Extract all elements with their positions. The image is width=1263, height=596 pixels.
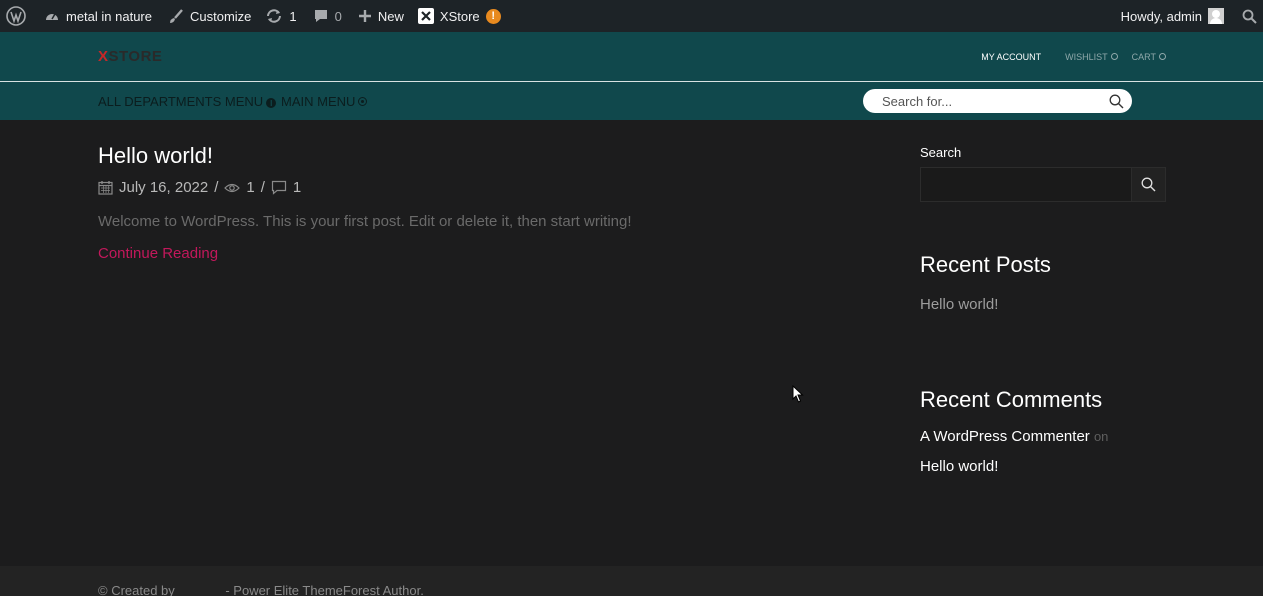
wishlist-label: WISHLIST [1065,51,1108,62]
meta-separator: / [214,179,219,196]
recent-posts-heading: Recent Posts [920,252,1051,277]
my-account-menu[interactable]: Howdy, admin [1113,0,1232,32]
post-comments-count[interactable]: 1 [293,179,301,196]
wordpress-icon [6,6,26,26]
continue-reading-link[interactable]: Continue Reading [98,245,218,262]
comment-bubble-icon [314,10,327,22]
all-departments-menu[interactable]: ALL DEPARTMENTS MENU i [98,82,277,120]
sidebar-search-button[interactable] [1131,168,1165,201]
recent-comments-heading: Recent Comments [920,387,1103,412]
post-views-count: 1 [246,179,255,196]
post-excerpt: Welcome to WordPress. This is your first… [98,213,632,230]
customize-label: Customize [190,8,252,24]
new-label: New [377,8,404,24]
cart-label: CART [1131,51,1156,62]
info-badge-icon: i [266,98,277,108]
commenter-link[interactable]: A WordPress Commenter [920,428,1090,445]
main-menu-label: MAIN MENU [281,93,356,109]
comment-icon [271,180,287,195]
post-meta: July 16, 2022 / 1 / 1 [98,179,301,196]
admin-bar: metal in nature Customize 1 0 New XStore… [0,0,1263,32]
xstore-label: XStore [439,8,480,24]
cart-count-icon [1159,53,1166,60]
menu-circle-icon [358,96,368,106]
all-departments-label: ALL DEPARTMENTS MENU [98,93,264,109]
search-icon [1141,177,1156,192]
header-search-bar [863,89,1132,113]
customize-link[interactable]: Customize [160,0,259,32]
recent-post-link[interactable]: Hello world! [920,296,998,313]
comment-post-link[interactable]: Hello world! [920,458,998,475]
post-title-link[interactable]: Hello world! [98,143,213,169]
search-icon [1242,9,1257,24]
recent-comment-item: A WordPress Commenter on [920,428,1108,445]
site-footer: © Created by - Power Elite ThemeForest A… [0,566,1263,596]
site-name-label: metal in nature [66,8,152,24]
wordpress-logo-menu[interactable] [0,0,34,32]
updates-icon [267,9,282,23]
warning-icon: ! [485,8,501,24]
wishlist-count-icon [1110,53,1118,60]
sidebar-search-input[interactable] [921,168,1131,201]
xstore-menu[interactable]: XStore ! [412,0,509,32]
eye-icon [224,183,241,192]
cart-link[interactable]: CART [1132,52,1166,62]
wishlist-link[interactable]: WISHLIST [1065,52,1118,62]
plus-icon [358,10,371,22]
dashboard-gauge-icon [46,13,58,20]
site-header-nav: ALL DEPARTMENTS MENU i MAIN MENU [0,82,1263,120]
calendar-icon [98,181,113,195]
sidebar-search-form [920,167,1166,202]
main-menu[interactable]: MAIN MENU [281,82,368,120]
paintbrush-icon [170,9,183,23]
my-account-link[interactable]: MY ACCOUNT [981,52,1041,62]
avatar [1208,8,1224,24]
search-icon[interactable] [1109,94,1124,109]
site-header-top: XSTORE MY ACCOUNT WISHLIST CART [0,32,1263,81]
site-name-menu[interactable]: metal in nature [34,0,160,32]
header-search-input[interactable] [882,93,1109,109]
site-logo[interactable]: XSTORE [98,48,162,65]
on-label: on [1093,429,1109,444]
post-date[interactable]: July 16, 2022 [119,179,208,196]
updates-count: 1 [289,8,297,24]
admin-search-button[interactable] [1232,0,1263,32]
mouse-cursor-icon [792,385,804,403]
meta-separator: / [260,179,265,196]
sidebar-search-label: Search [920,145,962,160]
comments-link[interactable]: 0 [305,0,350,32]
xstore-logo-icon [417,8,434,24]
comments-count: 0 [334,8,342,24]
new-content-menu[interactable]: New [350,0,412,32]
header-account-links: MY ACCOUNT WISHLIST CART [981,32,1166,81]
updates-link[interactable]: 1 [259,0,304,32]
greeting-label: Howdy, admin [1120,8,1202,24]
footer-credits: © Created by - Power Elite ThemeForest A… [98,583,424,596]
